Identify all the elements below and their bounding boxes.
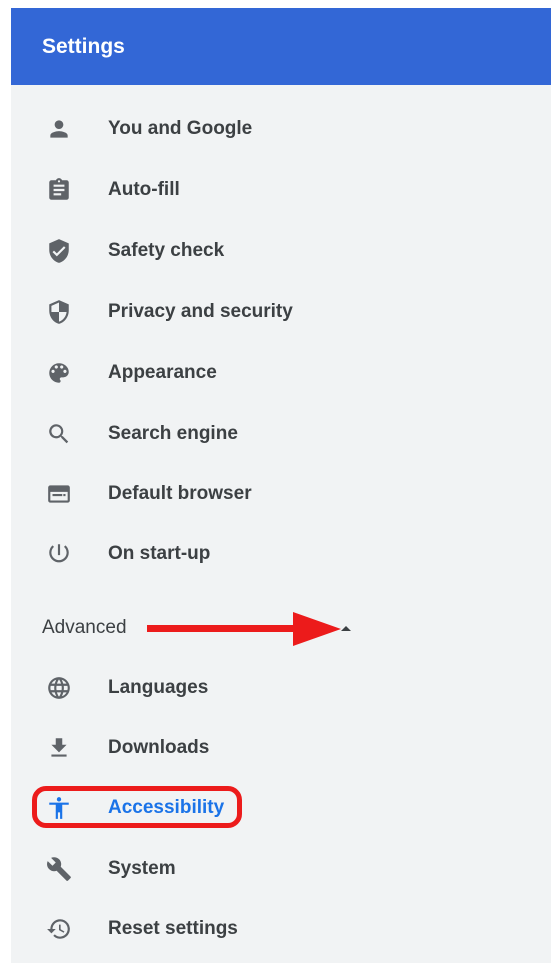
settings-header: Settings xyxy=(11,8,551,85)
chevron-up-icon xyxy=(341,626,351,631)
sidebar-item-label: Languages xyxy=(108,677,209,698)
settings-panel: Settings You and Google Auto-fill Safety… xyxy=(11,8,551,963)
clipboard-icon xyxy=(46,177,72,203)
wrench-icon xyxy=(46,856,72,882)
sidebar-item-label: Downloads xyxy=(108,737,210,758)
sidebar-item-system[interactable]: System xyxy=(11,839,551,899)
sidebar-item-label: You and Google xyxy=(108,118,253,139)
sidebar-item-search-engine[interactable]: Search engine xyxy=(11,404,551,464)
sidebar-item-auto-fill[interactable]: Auto-fill xyxy=(11,160,551,220)
globe-icon xyxy=(46,675,72,701)
advanced-section-label: Advanced xyxy=(42,617,127,638)
shield-half-icon xyxy=(46,299,72,325)
sidebar-item-label: Default browser xyxy=(108,483,252,504)
history-icon xyxy=(46,916,72,942)
annotation-highlight-box xyxy=(32,786,242,828)
sidebar-item-reset-settings[interactable]: Reset settings xyxy=(11,899,551,959)
sidebar-item-downloads[interactable]: Downloads xyxy=(11,718,551,778)
sidebar-item-label: Auto-fill xyxy=(108,179,180,200)
sidebar-item-label: On start-up xyxy=(108,543,211,564)
palette-icon xyxy=(46,360,72,386)
power-icon xyxy=(46,541,72,567)
sidebar-item-label: System xyxy=(108,858,176,879)
sidebar-item-default-browser[interactable]: Default browser xyxy=(11,464,551,524)
browser-window-icon xyxy=(46,481,72,507)
sidebar-item-label: Reset settings xyxy=(108,918,238,939)
sidebar-item-languages[interactable]: Languages xyxy=(11,658,551,718)
sidebar-item-appearance[interactable]: Appearance xyxy=(11,343,551,403)
sidebar-item-on-start-up[interactable]: On start-up xyxy=(11,524,551,584)
page-title: Settings xyxy=(42,35,125,58)
sidebar-item-label: Search engine xyxy=(108,423,238,444)
person-icon xyxy=(46,116,72,142)
sidebar-item-label: Privacy and security xyxy=(108,301,293,322)
sidebar-item-label: Appearance xyxy=(108,362,217,383)
screenshot-frame: Settings You and Google Auto-fill Safety… xyxy=(0,0,551,963)
sidebar-item-privacy-and-security[interactable]: Privacy and security xyxy=(11,282,551,342)
search-icon xyxy=(46,421,72,447)
sidebar-item-you-and-google[interactable]: You and Google xyxy=(11,99,551,159)
download-icon xyxy=(46,735,72,761)
annotation-arrow xyxy=(147,612,341,646)
sidebar-item-safety-check[interactable]: Safety check xyxy=(11,221,551,281)
shield-check-icon xyxy=(46,238,72,264)
sidebar-item-label: Safety check xyxy=(108,240,225,261)
